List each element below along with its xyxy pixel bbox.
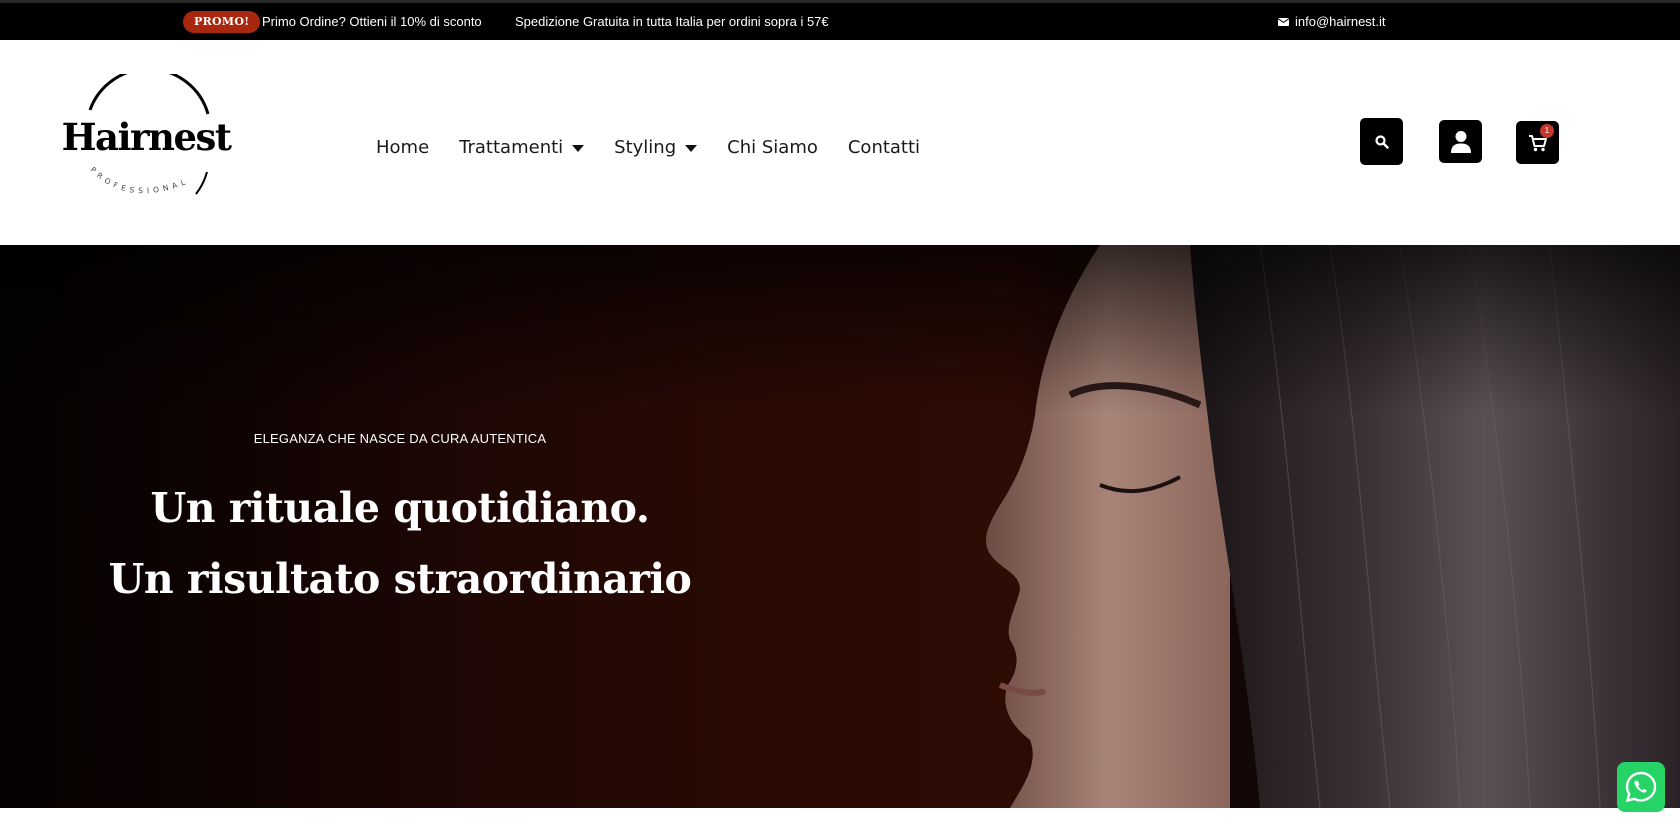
logo-tagline: PROFESSIONAL: [89, 165, 187, 195]
site-header: Hairnest PROFESSIONAL Home Trattamenti S…: [0, 40, 1680, 245]
nav-trattamenti[interactable]: Trattamenti: [459, 136, 585, 158]
account-button[interactable]: [1439, 120, 1482, 163]
promo-badge: PROMO!: [183, 11, 261, 33]
top-announcement-bar: PROMO! Primo Ordine? Ottieni il 10% di s…: [0, 0, 1680, 40]
nav-chi-siamo-label: Chi Siamo: [727, 136, 818, 158]
nav-home-label: Home: [376, 136, 430, 158]
envelope-icon: [1278, 18, 1289, 26]
hero-eyebrow: ELEGANZA CHE NASCE DA CURA AUTENTICA: [253, 431, 547, 446]
hero-heading-line-2: Un risultato straordinario: [108, 555, 692, 603]
contact-email-link[interactable]: info@hairnest.it: [1278, 13, 1386, 31]
cart-button[interactable]: 1: [1516, 121, 1559, 164]
search-button[interactable]: [1360, 118, 1403, 165]
nav-trattamenti-label: Trattamenti: [459, 136, 564, 158]
nav-chi-siamo[interactable]: Chi Siamo: [727, 137, 818, 158]
caret-down-icon: [685, 144, 698, 152]
main-navigation: Home Trattamenti Styling Chi Siamo Conta…: [376, 132, 950, 162]
hero-heading-line-1: Un rituale quotidiano.: [150, 484, 650, 532]
whatsapp-button[interactable]: [1617, 762, 1665, 812]
nav-styling-label: Styling: [614, 136, 677, 158]
first-order-offer-text: Primo Ordine? Ottieni il 10% di sconto: [262, 14, 482, 29]
free-shipping-text: Spedizione Gratuita in tutta Italia per …: [515, 14, 829, 29]
hero-heading: Un rituale quotidiano. Un risultato stra…: [0, 473, 800, 615]
nav-styling[interactable]: Styling: [614, 136, 698, 158]
nav-contatti-label: Contatti: [847, 136, 921, 158]
search-icon: [1374, 134, 1389, 149]
email-label: info@hairnest.it: [1295, 14, 1386, 29]
whatsapp-icon: [1625, 771, 1657, 803]
cart-count-badge: 1: [1540, 124, 1554, 138]
user-icon: [1450, 130, 1471, 153]
caret-down-icon: [572, 144, 585, 152]
hairnest-logo[interactable]: Hairnest PROFESSIONAL: [60, 74, 236, 212]
nav-home[interactable]: Home: [376, 137, 429, 158]
page-content-start: [0, 808, 1680, 840]
hero-banner: ELEGANZA CHE NASCE DA CURA AUTENTICA Un …: [0, 245, 1680, 808]
svg-text:PROFESSIONAL: PROFESSIONAL: [89, 165, 191, 195]
logo-wordmark: Hairnest: [62, 115, 232, 159]
nav-contatti[interactable]: Contatti: [848, 137, 920, 158]
